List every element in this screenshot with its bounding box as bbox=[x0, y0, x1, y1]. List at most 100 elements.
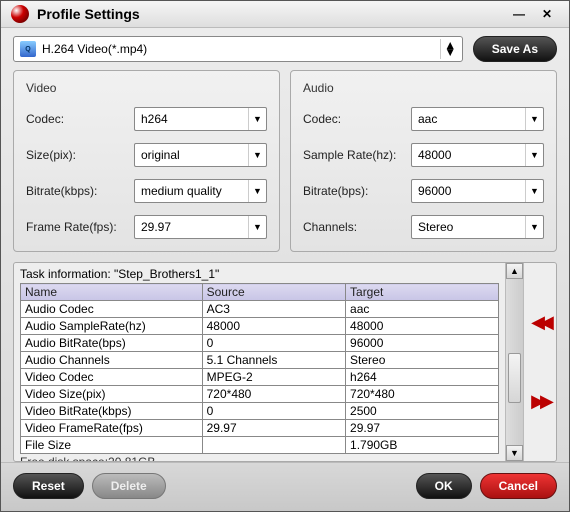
window-title: Profile Settings bbox=[37, 6, 503, 22]
video-framerate-value: 29.97 bbox=[141, 220, 171, 234]
chevron-down-icon: ▼ bbox=[248, 216, 266, 238]
table-row[interactable]: Audio Channels5.1 ChannelsStereo bbox=[21, 352, 499, 369]
audio-codec-label: Codec: bbox=[303, 112, 403, 126]
audio-channels-label: Channels: bbox=[303, 220, 403, 234]
video-size-label: Size(pix): bbox=[26, 148, 126, 162]
profile-settings-window: Profile Settings — ✕ Q H.264 Video(*.mp4… bbox=[0, 0, 570, 512]
audio-samplerate-value: 48000 bbox=[418, 148, 451, 162]
audio-bitrate-value: 96000 bbox=[418, 184, 451, 198]
cell-target: 29.97 bbox=[346, 420, 499, 437]
cell-target: aac bbox=[346, 301, 499, 318]
video-framerate-label: Frame Rate(fps): bbox=[26, 220, 126, 234]
audio-bitrate-label: Bitrate(bps): bbox=[303, 184, 403, 198]
task-info-area: Task information: "Step_Brothers1_1" Nam… bbox=[13, 262, 557, 462]
cell-source: AC3 bbox=[202, 301, 345, 318]
cell-name: Video Codec bbox=[21, 369, 203, 386]
audio-codec-value: aac bbox=[418, 112, 437, 126]
profile-value: H.264 Video(*.mp4) bbox=[42, 42, 147, 56]
audio-channels-value: Stereo bbox=[418, 220, 453, 234]
video-bitrate-label: Bitrate(kbps): bbox=[26, 184, 126, 198]
chevron-down-icon: ▼ bbox=[248, 144, 266, 166]
table-row[interactable]: File Size 1.790GB bbox=[21, 437, 499, 454]
video-bitrate-select[interactable]: medium quality ▼ bbox=[134, 179, 267, 203]
reset-button[interactable]: Reset bbox=[13, 473, 84, 499]
scroll-up-icon[interactable]: ▲ bbox=[506, 263, 523, 279]
video-size-select[interactable]: original ▼ bbox=[134, 143, 267, 167]
video-framerate-select[interactable]: 29.97 ▼ bbox=[134, 215, 267, 239]
table-row[interactable]: Video FrameRate(fps)29.9729.97 bbox=[21, 420, 499, 437]
cell-source: 48000 bbox=[202, 318, 345, 335]
audio-channels-select[interactable]: Stereo▼ bbox=[411, 215, 544, 239]
cell-name: Video FrameRate(fps) bbox=[21, 420, 203, 437]
audio-panel-title: Audio bbox=[303, 81, 544, 95]
cell-source: 0 bbox=[202, 403, 345, 420]
video-panel-title: Video bbox=[26, 81, 267, 95]
chevron-down-icon: ▼ bbox=[248, 108, 266, 130]
vertical-scrollbar[interactable]: ▲ ▼ bbox=[506, 263, 524, 461]
scroll-down-icon[interactable]: ▼ bbox=[506, 445, 523, 461]
chevron-down-icon: ▼ bbox=[525, 108, 543, 130]
chevron-down-icon: ▼ bbox=[525, 180, 543, 202]
profile-row: Q H.264 Video(*.mp4) ▲▼ Save As bbox=[1, 28, 569, 70]
chevron-down-icon: ▼ bbox=[248, 180, 266, 202]
cell-target: 1.790GB bbox=[346, 437, 499, 454]
app-icon bbox=[11, 5, 29, 23]
table-row[interactable]: Audio CodecAC3aac bbox=[21, 301, 499, 318]
table-row[interactable]: Audio SampleRate(hz)4800048000 bbox=[21, 318, 499, 335]
cell-target: h264 bbox=[346, 369, 499, 386]
cell-target: 720*480 bbox=[346, 386, 499, 403]
audio-bitrate-select[interactable]: 96000 ▼ bbox=[411, 179, 544, 203]
cancel-button[interactable]: Cancel bbox=[480, 473, 557, 499]
cell-target: 96000 bbox=[346, 335, 499, 352]
cell-name: Audio Codec bbox=[21, 301, 203, 318]
profile-select[interactable]: Q H.264 Video(*.mp4) ▲▼ bbox=[13, 36, 463, 62]
cell-source: 720*480 bbox=[202, 386, 345, 403]
next-task-button[interactable]: ▶▶ bbox=[531, 391, 549, 412]
table-row[interactable]: Video CodecMPEG-2h264 bbox=[21, 369, 499, 386]
cell-target: 2500 bbox=[346, 403, 499, 420]
table-row[interactable]: Video BitRate(kbps)02500 bbox=[21, 403, 499, 420]
save-as-button[interactable]: Save As bbox=[473, 36, 557, 62]
table-row[interactable]: Audio BitRate(bps)096000 bbox=[21, 335, 499, 352]
close-button[interactable]: ✕ bbox=[535, 5, 559, 23]
audio-samplerate-select[interactable]: 48000 ▼ bbox=[411, 143, 544, 167]
cell-name: Audio SampleRate(hz) bbox=[21, 318, 203, 335]
video-size-value: original bbox=[141, 148, 180, 162]
audio-panel: Audio Codec:aac▼ Sample Rate(hz):48000▼ … bbox=[290, 70, 557, 252]
cell-source: 5.1 Channels bbox=[202, 352, 345, 369]
task-info-scroll: Task information: "Step_Brothers1_1" Nam… bbox=[14, 263, 506, 461]
ok-button[interactable]: OK bbox=[416, 473, 472, 499]
chevron-down-icon: ▼ bbox=[525, 144, 543, 166]
cell-source bbox=[202, 437, 345, 454]
col-source[interactable]: Source bbox=[202, 284, 345, 301]
video-panel: Video Codec: h264 ▼ Size(pix): original ▼ Bi… bbox=[13, 70, 280, 252]
video-bitrate-value: medium quality bbox=[141, 184, 222, 198]
minimize-button[interactable]: — bbox=[507, 5, 531, 23]
delete-button[interactable]: Delete bbox=[92, 473, 166, 499]
titlebar: Profile Settings — ✕ bbox=[1, 1, 569, 28]
cell-name: Video BitRate(kbps) bbox=[21, 403, 203, 420]
video-codec-label: Codec: bbox=[26, 112, 126, 126]
cell-source: 29.97 bbox=[202, 420, 345, 437]
cell-name: File Size bbox=[21, 437, 203, 454]
chevron-updown-icon: ▲▼ bbox=[440, 39, 460, 59]
col-target[interactable]: Target bbox=[346, 284, 499, 301]
scroll-thumb[interactable] bbox=[508, 353, 521, 403]
free-disk-label: Free disk space:20.81GB bbox=[20, 455, 499, 461]
task-table: Name Source Target Audio CodecAC3aacAudi… bbox=[20, 283, 499, 454]
cell-target: 48000 bbox=[346, 318, 499, 335]
cell-name: Audio Channels bbox=[21, 352, 203, 369]
table-row[interactable]: Video Size(pix)720*480720*480 bbox=[21, 386, 499, 403]
cell-name: Video Size(pix) bbox=[21, 386, 203, 403]
audio-codec-select[interactable]: aac ▼ bbox=[411, 107, 544, 131]
task-nav-column: ◀◀ ▶▶ bbox=[524, 263, 556, 461]
cell-target: Stereo bbox=[346, 352, 499, 369]
prev-task-button[interactable]: ◀◀ bbox=[531, 312, 549, 333]
col-name[interactable]: Name bbox=[21, 284, 203, 301]
cell-name: Audio BitRate(bps) bbox=[21, 335, 203, 352]
video-codec-value: h264 bbox=[141, 112, 168, 126]
cell-source: MPEG-2 bbox=[202, 369, 345, 386]
task-caption: Task information: "Step_Brothers1_1" bbox=[20, 267, 499, 281]
video-codec-select[interactable]: h264 ▼ bbox=[134, 107, 267, 131]
audio-samplerate-label: Sample Rate(hz): bbox=[303, 148, 403, 162]
